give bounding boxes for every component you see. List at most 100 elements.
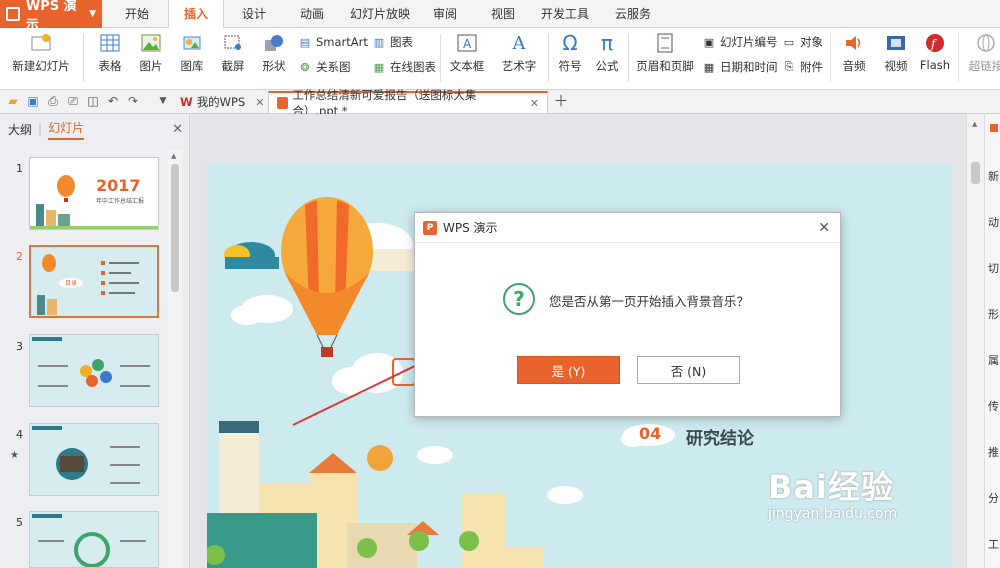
wordart-button[interactable]: A 艺术字 — [494, 28, 544, 74]
slide-thumb-2[interactable]: 目录 — [29, 245, 159, 318]
scroll-thumb[interactable] — [971, 162, 980, 184]
slide-number-label: 幻灯片编号 — [720, 35, 778, 49]
sidebar-item-recommend[interactable]: 推 — [988, 444, 999, 460]
chevron-down-icon[interactable]: ▼ — [156, 94, 170, 108]
shape-label: 形状 — [262, 59, 286, 73]
tab-cloud[interactable]: 云服务 — [602, 0, 664, 28]
close-icon[interactable]: ✕ — [818, 220, 830, 236]
tab-developer[interactable]: 开发工具 — [534, 0, 596, 28]
new-icon[interactable] — [990, 124, 998, 132]
sidebar-item-shape[interactable]: 形 — [988, 306, 999, 322]
sidebar-item-transition[interactable]: 切 — [988, 260, 999, 276]
section-title: 研究结论 — [686, 429, 754, 449]
slide-number: 5 — [16, 516, 23, 529]
relation-button[interactable]: ❂ 关系图 — [298, 58, 350, 76]
doc-tab-active[interactable]: 工作总结清新可爱报告（送图标大集合）.ppt * ✕ — [268, 88, 548, 118]
close-icon[interactable]: ✕ — [530, 97, 539, 110]
export-icon[interactable]: ⎙ — [46, 94, 60, 108]
editor-scrollbar[interactable]: ▲ — [966, 114, 984, 568]
confirm-dialog: P WPS 演示 ✕ ? 您是否从第一页开始插入背景音乐？ 是 (Y) 否 (N… — [414, 212, 841, 417]
online-chart-button[interactable]: ▦ 在线图表 — [372, 58, 436, 76]
tab-outline[interactable]: 大纲 — [8, 121, 32, 138]
slide-thumb-3[interactable] — [29, 334, 159, 407]
tab-home[interactable]: 开始 — [110, 0, 164, 28]
sidebar-item-tools[interactable]: 工 — [988, 536, 999, 552]
shape-icon — [263, 32, 285, 54]
tab-insert[interactable]: 插入 — [168, 0, 224, 29]
textbox-button[interactable]: A 文本框 — [444, 28, 490, 74]
panel-scrollbar[interactable]: ▲ — [168, 150, 182, 568]
tab-view[interactable]: 视图 — [480, 0, 526, 28]
hyperlink-button[interactable]: 超链接 — [964, 28, 1000, 74]
slide-thumb-5[interactable] — [29, 511, 159, 568]
image-button[interactable]: 图片 — [131, 28, 171, 74]
scroll-up-icon[interactable]: ▲ — [171, 152, 176, 160]
screenshot-button[interactable]: 截屏 — [213, 28, 253, 74]
cloud-icon — [417, 446, 453, 464]
sun-icon — [367, 445, 393, 471]
object-button[interactable]: ▭ 对象 — [782, 33, 823, 51]
header-footer-button[interactable]: 页眉和页脚 — [634, 28, 696, 74]
menu-bar: WPS 演示 ▼ 开始 插入 设计 动画 幻灯片放映 审阅 视图 开发工具 云服… — [0, 0, 1000, 33]
audio-label: 音频 — [842, 59, 866, 73]
shape-button[interactable]: 形状 — [254, 28, 294, 74]
close-icon[interactable]: ✕ — [255, 96, 264, 109]
new-slide-button[interactable]: 新建幻灯片 — [6, 28, 76, 74]
slide-number-button[interactable]: ▣ 幻灯片编号 — [702, 33, 778, 51]
save-icon[interactable]: ▣ — [26, 94, 40, 108]
sidebar-item-new[interactable]: 新 — [988, 168, 999, 184]
textbox-label: 文本框 — [449, 59, 485, 73]
preview-icon[interactable]: ◫ — [86, 94, 100, 108]
symbol-button[interactable]: Ω 符号 — [552, 28, 588, 74]
app-menu-button[interactable]: WPS 演示 ▼ — [0, 0, 102, 33]
chart-label: 图表 — [390, 35, 413, 49]
tab-design[interactable]: 设计 — [228, 0, 280, 28]
watermark-url: jingyan.baidu.com — [768, 506, 898, 522]
hot-air-balloon-icon — [281, 197, 373, 357]
tab-animation[interactable]: 动画 — [286, 0, 338, 28]
video-label: 视频 — [884, 59, 908, 73]
print-icon[interactable]: ⎚ — [66, 94, 80, 108]
wordart-label: 艺术字 — [501, 59, 537, 73]
attachment-icon: ⎘ — [784, 60, 794, 73]
omega-icon: Ω — [562, 31, 578, 55]
table-button[interactable]: 表格 — [90, 28, 130, 74]
object-icon: ▭ — [783, 35, 795, 49]
sidebar-item-properties[interactable]: 属 — [988, 352, 999, 368]
attachment-button[interactable]: ⎘ 附件 — [782, 58, 823, 76]
sidebar-item-upload[interactable]: 传 — [988, 398, 999, 414]
redo-icon[interactable]: ↷ — [126, 94, 140, 108]
sidebar-item-share[interactable]: 分 — [988, 490, 999, 506]
datetime-button[interactable]: ▦ 日期和时间 — [702, 58, 778, 76]
slide-thumb-art — [32, 426, 140, 484]
formula-button[interactable]: π 公式 — [590, 28, 624, 74]
gallery-label: 图库 — [180, 59, 204, 73]
undo-icon[interactable]: ↶ — [106, 94, 120, 108]
city-buildings — [207, 421, 543, 568]
scroll-up-icon[interactable]: ▲ — [972, 120, 977, 128]
flash-button[interactable]: f Flash — [916, 28, 954, 72]
gallery-button[interactable]: 图库 — [172, 28, 212, 74]
chart-button[interactable]: ▥ 图表 — [372, 33, 413, 51]
new-tab-icon[interactable]: ＋ — [554, 92, 569, 110]
svg-text:A: A — [463, 37, 472, 51]
smartart-button[interactable]: ▤ SmartArt — [298, 33, 368, 51]
gallery-icon — [181, 32, 203, 54]
watermark-brand: Bai经验 — [768, 468, 894, 506]
doc-tab-mywps[interactable]: W 我的WPS ✕ — [172, 91, 273, 113]
slide-thumb-1[interactable]: 2017 年中工作总结汇报 — [29, 157, 159, 230]
tab-review[interactable]: 审阅 — [422, 0, 468, 28]
thumb-title: 年中工作总结汇报 — [96, 198, 145, 205]
yes-button[interactable]: 是 (Y) — [517, 356, 620, 384]
audio-button[interactable]: 音频 — [834, 28, 874, 74]
no-button[interactable]: 否 (N) — [637, 356, 740, 384]
pi-icon: π — [600, 31, 614, 55]
sidebar-item-animation[interactable]: 动 — [988, 214, 999, 230]
tab-slideshow[interactable]: 幻灯片放映 — [344, 0, 416, 28]
tab-slides[interactable]: 幻灯片 — [48, 119, 85, 140]
close-icon[interactable]: ✕ — [172, 122, 183, 137]
scroll-thumb[interactable] — [171, 164, 179, 292]
open-folder-icon[interactable]: ▰ — [6, 94, 20, 108]
slide-thumb-4[interactable] — [29, 423, 159, 496]
video-button[interactable]: 视频 — [876, 28, 916, 74]
